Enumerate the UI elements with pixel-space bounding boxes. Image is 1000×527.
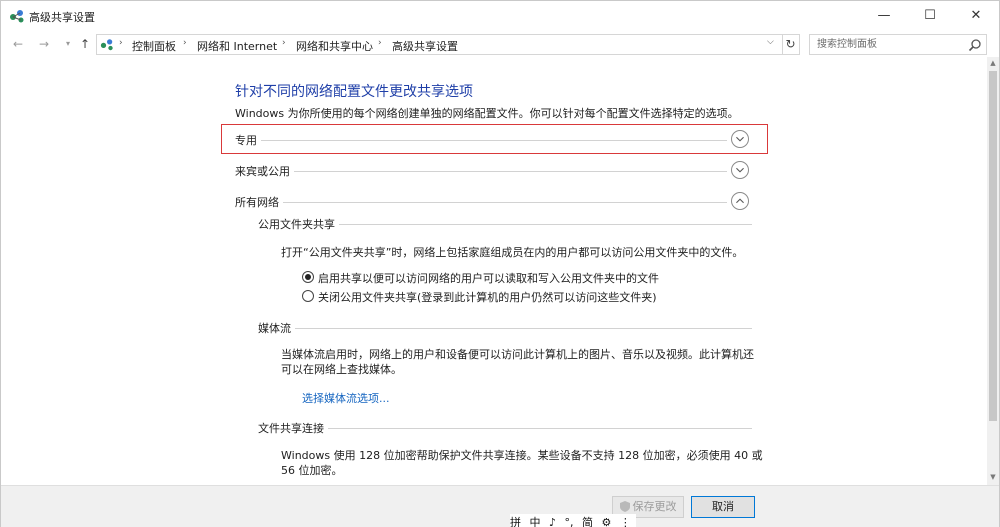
- collapse-chevron-up-icon[interactable]: [731, 192, 749, 210]
- radio-button-checked[interactable]: [302, 271, 314, 283]
- breadcrumb-separator-icon: ›: [119, 38, 123, 48]
- dialog-footer: 保存更改 取消: [1, 485, 999, 527]
- radio-disable-label[interactable]: 关闭公用文件夹共享(登录到此计算机的用户仍然可以访问这些文件夹): [318, 289, 657, 305]
- scroll-thumb[interactable]: [989, 71, 997, 421]
- navigation-bar: ← → ▾ ↑ › 控制面板 › 网络和 Internet › 网络和共享中心 …: [1, 31, 999, 57]
- media-streaming-options-link[interactable]: 选择媒体流选项...: [302, 390, 390, 406]
- ime-simplified-icon[interactable]: 简: [582, 516, 593, 527]
- ime-toolbar[interactable]: 拼 中 ♪ °, 简 ⚙ ⋮: [510, 514, 636, 527]
- advanced-sharing-window: 高级共享设置 — ☐ ✕ ← → ▾ ↑ › 控制面板 › 网络和 Intern…: [0, 0, 1000, 527]
- media-description-line-1: 当媒体流启用时，网络上的用户和设备便可以访问此计算机上的图片、音乐以及视频。此计…: [281, 348, 754, 361]
- ime-more-icon[interactable]: ⋮: [620, 516, 631, 527]
- section-divider: [328, 428, 752, 429]
- file-sharing-description-line-1: Windows 使用 128 位加密帮助保护文件共享连接。某些设备不支持 128…: [281, 449, 763, 462]
- address-dropdown-chevron-icon[interactable]: ⌵: [767, 37, 774, 47]
- refresh-icon[interactable]: ↻: [782, 34, 800, 55]
- media-streaming-header: 媒体流: [258, 317, 752, 337]
- profile-all-networks-label: 所有网络: [235, 194, 283, 210]
- radio-enable-label[interactable]: 启用共享以便可以访问网络的用户可以读取和写入公用文件夹中的文件: [318, 270, 659, 286]
- content-area: 针对不同的网络配置文件更改共享选项 Windows 为你所使用的每个网络创建单独…: [2, 57, 987, 485]
- breadcrumb-separator-icon: ›: [183, 38, 187, 48]
- section-divider: [285, 171, 727, 172]
- expand-chevron-down-icon[interactable]: [731, 161, 749, 179]
- maximize-button[interactable]: ☐: [907, 1, 953, 31]
- window-title: 高级共享设置: [29, 11, 95, 24]
- section-divider: [338, 224, 752, 225]
- search-input[interactable]: [810, 35, 965, 54]
- breadcrumb-separator-icon: ›: [378, 38, 382, 48]
- network-location-icon: [100, 39, 113, 51]
- breadcrumb-separator-icon: ›: [282, 38, 286, 48]
- close-button[interactable]: ✕: [953, 1, 999, 31]
- media-description-line-2: 可以在网络上查找媒体。: [281, 363, 402, 376]
- file-sharing-description-line-2: 56 位加密。: [281, 464, 343, 477]
- breadcrumb-network-sharing-center[interactable]: 网络和共享中心: [296, 38, 373, 54]
- page-heading: 针对不同的网络配置文件更改共享选项: [235, 84, 473, 100]
- profile-guest-public[interactable]: 来宾或公用: [235, 158, 752, 182]
- section-divider: [275, 202, 727, 203]
- expand-chevron-down-icon[interactable]: [731, 130, 749, 148]
- ime-settings-icon[interactable]: ⚙: [602, 516, 612, 527]
- back-arrow-icon[interactable]: ←: [9, 35, 27, 53]
- forward-arrow-icon[interactable]: →: [35, 35, 53, 53]
- media-streaming-title: 媒体流: [258, 320, 295, 336]
- profile-guest-public-label: 来宾或公用: [235, 163, 294, 179]
- section-divider: [295, 328, 752, 329]
- public-folder-description: 打开“公用文件夹共享”时，网络上包括家庭组成员在内的用户都可以访问公用文件夹中的…: [281, 246, 744, 259]
- public-folder-sharing-title: 公用文件夹共享: [258, 216, 339, 232]
- address-bar[interactable]: › 控制面板 › 网络和 Internet › 网络和共享中心 › 高级共享设置…: [96, 34, 783, 55]
- radio-button-unchecked[interactable]: [302, 290, 314, 302]
- minimize-button[interactable]: —: [861, 1, 907, 31]
- breadcrumb-network-internet[interactable]: 网络和 Internet: [197, 38, 277, 54]
- breadcrumb-advanced-sharing[interactable]: 高级共享设置: [392, 38, 458, 54]
- recent-locations-chevron-icon[interactable]: ▾: [59, 35, 77, 53]
- network-app-icon: [10, 10, 24, 23]
- search-icon[interactable]: [968, 38, 982, 52]
- profile-all-networks[interactable]: 所有网络: [235, 189, 752, 213]
- profile-private-label: 专用: [235, 132, 261, 148]
- ime-pinyin-icon[interactable]: 拼: [510, 516, 521, 527]
- public-folder-sharing-header: 公用文件夹共享: [258, 213, 752, 233]
- file-sharing-connections-title: 文件共享连接: [258, 420, 328, 436]
- profile-private[interactable]: 专用: [235, 127, 752, 151]
- vertical-scrollbar[interactable]: ▲ ▼: [987, 57, 999, 485]
- cancel-button[interactable]: 取消: [691, 496, 755, 518]
- title-bar[interactable]: 高级共享设置 — ☐ ✕: [1, 1, 999, 31]
- scroll-down-arrow-icon[interactable]: ▼: [989, 473, 997, 481]
- search-box[interactable]: [809, 34, 987, 55]
- ime-chinese-mode-icon[interactable]: 中: [530, 516, 541, 527]
- save-changes-label: 保存更改: [632, 500, 677, 513]
- breadcrumb-control-panel[interactable]: 控制面板: [132, 38, 176, 54]
- file-sharing-connections-header: 文件共享连接: [258, 417, 752, 437]
- up-arrow-icon[interactable]: ↑: [76, 35, 94, 53]
- ime-punctuation-icon[interactable]: °,: [565, 516, 574, 527]
- ime-moon-icon[interactable]: ♪: [549, 516, 556, 527]
- page-description: Windows 为你所使用的每个网络创建单独的网络配置文件。你可以针对每个配置文…: [235, 107, 739, 120]
- scroll-up-arrow-icon[interactable]: ▲: [989, 59, 997, 67]
- uac-shield-icon: [619, 501, 630, 512]
- section-divider: [255, 140, 727, 141]
